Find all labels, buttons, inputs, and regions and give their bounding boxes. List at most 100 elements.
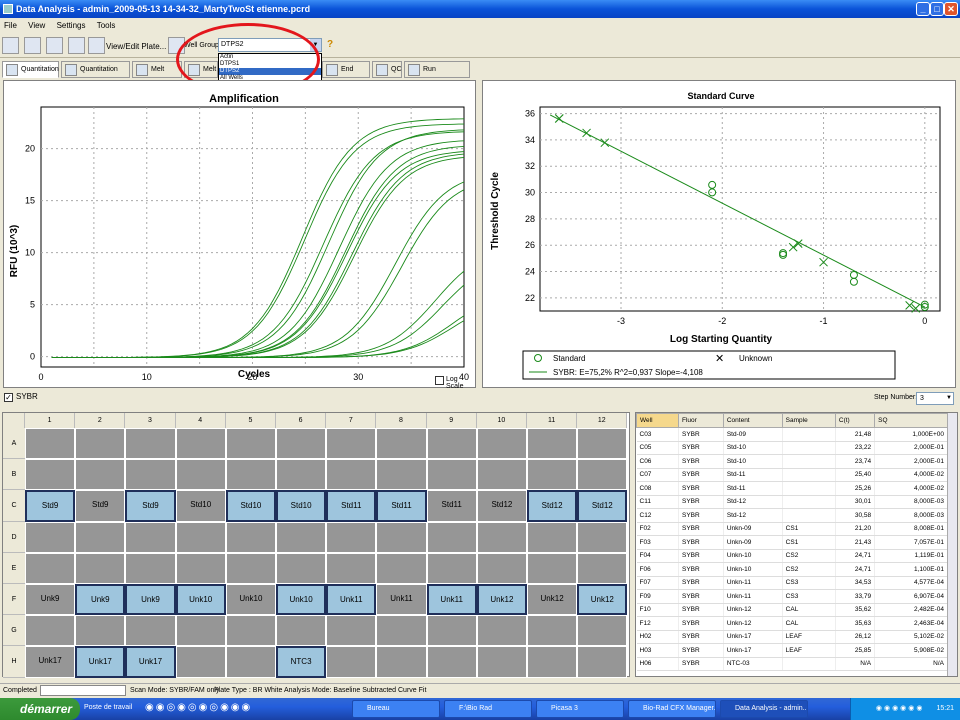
table-row[interactable]: F09 SYBR Unkn-11 CS3 33,79 6,907E-04: [636, 589, 948, 604]
plate-well[interactable]: [125, 615, 176, 647]
view-edit-plate-button[interactable]: View/Edit Plate...: [106, 42, 166, 51]
plate-well[interactable]: [376, 615, 427, 647]
tab-end-point[interactable]: End Point: [322, 61, 370, 88]
col-header-fluor[interactable]: Fluor: [678, 413, 724, 428]
plate-column-header[interactable]: 5: [225, 413, 276, 428]
plate-well[interactable]: [125, 521, 176, 553]
settings-icon[interactable]: [68, 37, 85, 54]
taskbar-item-picasa[interactable]: Picasa 3: [536, 700, 624, 718]
plate-well[interactable]: Std10: [175, 490, 226, 522]
plate-column-header[interactable]: 1: [25, 413, 76, 428]
plate-well[interactable]: [326, 646, 377, 678]
plate-well[interactable]: [75, 459, 126, 491]
plate-well[interactable]: Std11: [426, 490, 477, 522]
plate-well[interactable]: Std10: [225, 490, 276, 522]
plate-well[interactable]: [225, 646, 276, 678]
chevron-down-icon[interactable]: ▼: [946, 393, 952, 404]
plate-well[interactable]: [25, 459, 76, 491]
plate-row-header[interactable]: A: [3, 428, 25, 460]
plate-well[interactable]: [125, 459, 176, 491]
plate-well[interactable]: [376, 521, 427, 553]
plate-well[interactable]: [75, 615, 126, 647]
plate-well[interactable]: [426, 552, 477, 584]
plate-well[interactable]: [476, 552, 527, 584]
table-row[interactable]: C08 SYBR Std-11 25,26 4,000E-02: [636, 481, 948, 496]
save-icon[interactable]: [2, 37, 19, 54]
plate-row-header[interactable]: H: [3, 646, 25, 678]
table-row[interactable]: F02 SYBR Unkn-09 CS1 21,20 8,008E-01: [636, 522, 948, 536]
table-row[interactable]: C06 SYBR Std-10 23,74 2,000E-01: [636, 454, 948, 469]
close-button[interactable]: ✕: [944, 2, 958, 16]
table-row[interactable]: H02 SYBR Unkn-17 LEAF 26,12 5,102E-02: [636, 630, 948, 644]
plate-column-header[interactable]: 4: [175, 413, 226, 428]
tab-run-information[interactable]: Run Information: [404, 61, 470, 88]
plate-well[interactable]: [527, 646, 578, 678]
plate-well[interactable]: [476, 615, 527, 647]
plate-row-header[interactable]: G: [3, 615, 25, 647]
plate-well[interactable]: [326, 521, 377, 553]
plate-well[interactable]: [25, 521, 76, 553]
plate-well[interactable]: [25, 615, 76, 647]
plate-well[interactable]: Unk11: [376, 584, 427, 616]
plate-well[interactable]: [577, 428, 628, 460]
plate-well[interactable]: Unk9: [75, 584, 126, 616]
menu-settings[interactable]: Settings: [57, 21, 86, 30]
plate-well[interactable]: [125, 428, 176, 460]
menu-tools[interactable]: Tools: [97, 21, 116, 30]
plate-well[interactable]: Std9: [75, 490, 126, 522]
help-icon[interactable]: ?: [327, 39, 333, 50]
table-row[interactable]: F07 SYBR Unkn-11 CS3 34,53 4,577E-04: [636, 576, 948, 590]
plate-well[interactable]: [376, 428, 427, 460]
plate-row-header[interactable]: D: [3, 521, 25, 553]
plate-well[interactable]: Unk11: [326, 584, 377, 616]
plate-well[interactable]: Unk12: [476, 584, 527, 616]
taskbar-item-bio-rad[interactable]: F:\Bio Rad: [444, 700, 532, 718]
plate-well[interactable]: [426, 646, 477, 678]
log-scale-checkbox[interactable]: [435, 376, 444, 385]
plate-well[interactable]: [577, 646, 628, 678]
plate-well[interactable]: [276, 552, 327, 584]
col-header-sample[interactable]: Sample: [781, 413, 836, 428]
plate-well[interactable]: [25, 552, 76, 584]
plate-well[interactable]: Unk17: [125, 646, 176, 678]
plate-well[interactable]: [426, 521, 477, 553]
table-row[interactable]: C07 SYBR Std-11 25,40 4,000E-02: [636, 468, 948, 482]
plate-well[interactable]: [276, 459, 327, 491]
plate-column-header[interactable]: 6: [276, 413, 327, 428]
plate-well[interactable]: [175, 459, 226, 491]
plate-well[interactable]: Std12: [476, 490, 527, 522]
table-scrollbar[interactable]: [947, 413, 957, 676]
plate-column-header[interactable]: 3: [125, 413, 176, 428]
plate-well[interactable]: [225, 459, 276, 491]
plate-well[interactable]: [476, 459, 527, 491]
plate-well[interactable]: [326, 552, 377, 584]
start-button[interactable]: démarrer: [0, 698, 80, 720]
plate-column-header[interactable]: 7: [326, 413, 377, 428]
plate-well[interactable]: Unk9: [125, 584, 176, 616]
taskbar-item-cfx-manager[interactable]: Bio-Rad CFX Manager...: [628, 700, 716, 718]
plate-well[interactable]: [175, 428, 226, 460]
table-row[interactable]: C05 SYBR Std-10 23,22 2,000E-01: [636, 441, 948, 455]
plate-well[interactable]: Unk11: [426, 584, 477, 616]
plate-well[interactable]: Unk10: [276, 584, 327, 616]
plate-well[interactable]: [175, 615, 226, 647]
plate-well[interactable]: [175, 552, 226, 584]
quick-launch-icons[interactable]: ◉◉◎◉◎◉◎◉◉◉: [145, 702, 345, 716]
tab-quantitation[interactable]: Quantitation: [2, 61, 59, 78]
minimize-button[interactable]: _: [916, 2, 930, 16]
menu-file[interactable]: File: [4, 21, 17, 30]
plate-well[interactable]: [276, 521, 327, 553]
col-header-sq[interactable]: SQ: [874, 413, 948, 428]
plate-well[interactable]: [225, 615, 276, 647]
plate-well[interactable]: [527, 552, 578, 584]
plate-well[interactable]: [175, 646, 226, 678]
print-icon[interactable]: [24, 37, 41, 54]
plate-well[interactable]: Std9: [125, 490, 176, 522]
plate-well[interactable]: Unk10: [225, 584, 276, 616]
plate-column-header[interactable]: 8: [376, 413, 427, 428]
table-row[interactable]: C12 SYBR Std-12 30,58 8,000E-03: [636, 508, 948, 523]
plate-well[interactable]: [476, 521, 527, 553]
taskbar-item-data-analysis[interactable]: Data Analysis - admin...: [720, 700, 808, 718]
plate-well[interactable]: Unk10: [175, 584, 226, 616]
table-row[interactable]: H03 SYBR Unkn-17 LEAF 25,85 5,908E-02: [636, 643, 948, 658]
